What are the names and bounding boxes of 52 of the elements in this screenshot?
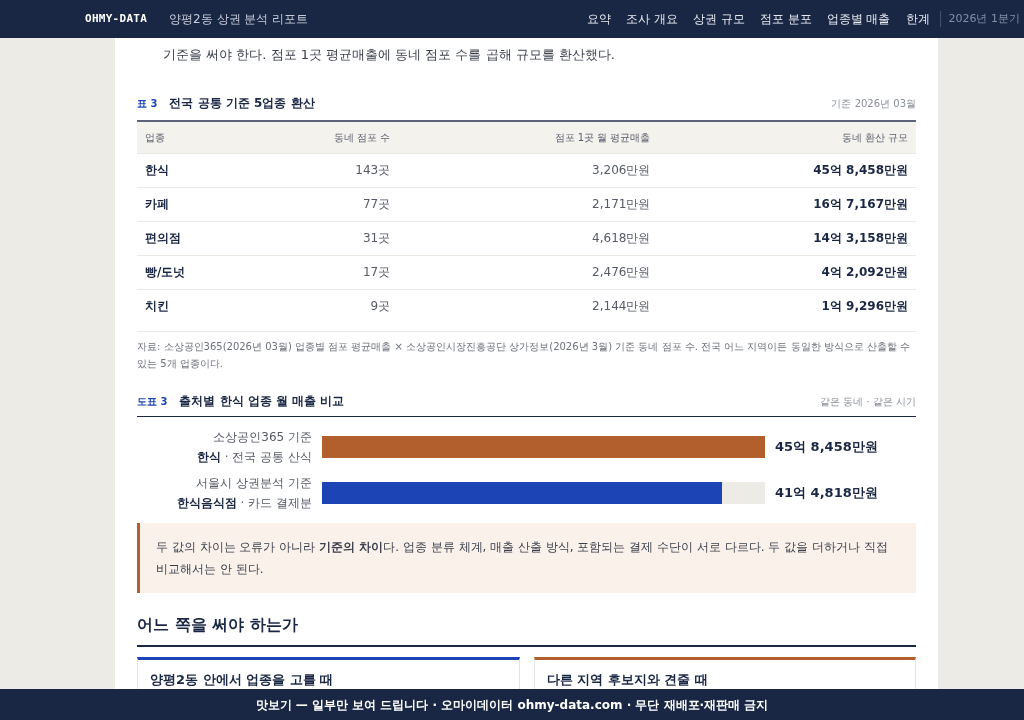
bar-category-label: 한식 · 전국 공통 산식 bbox=[196, 449, 312, 466]
card-title: 양평2동 안에서 업종을 고를 때 bbox=[150, 671, 335, 689]
brand-logo[interactable]: OHMY-DATA bbox=[85, 10, 148, 28]
column-header: 업종 bbox=[137, 121, 259, 153]
column-header: 동네 점포 수 bbox=[258, 121, 399, 153]
bar-source-label: 소상공인365 기준 bbox=[213, 429, 312, 446]
nav-link[interactable]: 조사 개요 bbox=[626, 10, 678, 28]
table-cell: 2,476만원 bbox=[398, 255, 659, 289]
table-cell: 치킨 bbox=[137, 289, 259, 323]
banner-text: 맛보기 — 일부만 보여 드립니다 · 오마이데이터 ohmy-data.com · 무단 재배포·재판매 금지 bbox=[255, 696, 769, 714]
table-cell: 14억 3,158만원 bbox=[658, 221, 916, 255]
table-cell: 편의점 bbox=[137, 221, 259, 255]
nav-link[interactable]: 상권 규모 bbox=[693, 10, 745, 28]
section-heading: 어느 쪽을 써야 하는가 bbox=[137, 613, 916, 647]
table-cell: 2,144만원 bbox=[398, 289, 659, 323]
table-cell: 9곳 bbox=[258, 289, 399, 323]
chart-label: 도표 3 bbox=[137, 395, 168, 409]
table-title: 전국 공통 기준 5업종 환산 bbox=[169, 95, 315, 112]
table-label: 표 3 bbox=[137, 97, 158, 111]
table-cell: 17곳 bbox=[258, 255, 399, 289]
nav-link[interactable]: 점포 분포 bbox=[759, 10, 812, 28]
table-cell: 77곳 bbox=[258, 187, 399, 221]
bar-category-label: 한식음식점 · 카드 결제분 bbox=[176, 495, 312, 512]
table-cell: 카페 bbox=[137, 187, 259, 221]
nav-link[interactable]: 요약 bbox=[587, 10, 612, 28]
column-header: 동네 환산 규모 bbox=[658, 121, 916, 153]
table-cell: 45억 8,458만원 bbox=[658, 153, 916, 187]
table-cell: 143곳 bbox=[258, 153, 399, 187]
table-cell: 빵/도넛 bbox=[137, 255, 259, 289]
table-cell: 한식 bbox=[137, 153, 259, 187]
table-cell: 1억 9,296만원 bbox=[658, 289, 916, 323]
column-header: 점포 1곳 월 평균매출 bbox=[398, 121, 659, 153]
bar-value: 45억 8,458만원 bbox=[775, 438, 878, 457]
bar-value: 41억 4,818만원 bbox=[775, 484, 878, 503]
table-source-note: 자료: 소상공인365(2026년 03월) 업종별 점포 평균매출 × 소상공인시장진흥공단 상가정보(2026년 3월) 기준 동네 점포 수. 전국 어느 지역이든 동일한 방식으로 산출할 수 있는 5개 업종이다. bbox=[137, 331, 916, 372]
chart-note: 같은 동네 · 같은 시기 bbox=[820, 395, 916, 409]
card-title: 다른 지역 후보지와 견줄 때 bbox=[546, 671, 709, 689]
nav-link[interactable]: 업종별 매출 bbox=[826, 10, 891, 28]
chart-title: 출처별 한식 업종 월 매출 비교 bbox=[179, 393, 345, 410]
table-note: 기준 2026년 03월 bbox=[831, 97, 916, 111]
nav-link[interactable]: 한계 bbox=[905, 10, 930, 28]
period-label: 2026년 1분기 bbox=[948, 10, 1020, 27]
table-cell: 4억 2,092만원 bbox=[658, 255, 916, 289]
table-cell: 4,618만원 bbox=[398, 221, 659, 255]
intro-paragraph: 기준을 써야 한다. 점포 1곳 평균매출에 동네 점포 수를 곱해 규모를 환산했다. bbox=[162, 46, 616, 64]
table-cell: 2,171만원 bbox=[398, 187, 659, 221]
table-cell: 16억 7,167만원 bbox=[658, 187, 916, 221]
report-title: 양평2동 상권 분석 리포트 bbox=[169, 11, 309, 28]
table-cell: 31곳 bbox=[258, 221, 399, 255]
table-cell: 3,206만원 bbox=[398, 153, 659, 187]
bar-source-label: 서울시 상권분석 기준 bbox=[196, 475, 312, 492]
callout-text: 두 값의 차이는 오류가 아니라 기준의 차이다. 업종 분류 체계, 매출 산출 방식, 포함되는 결제 수단이 서로 다르다. 두 값을 더하거나 직접 비교해서는 안 된다. bbox=[156, 539, 889, 578]
